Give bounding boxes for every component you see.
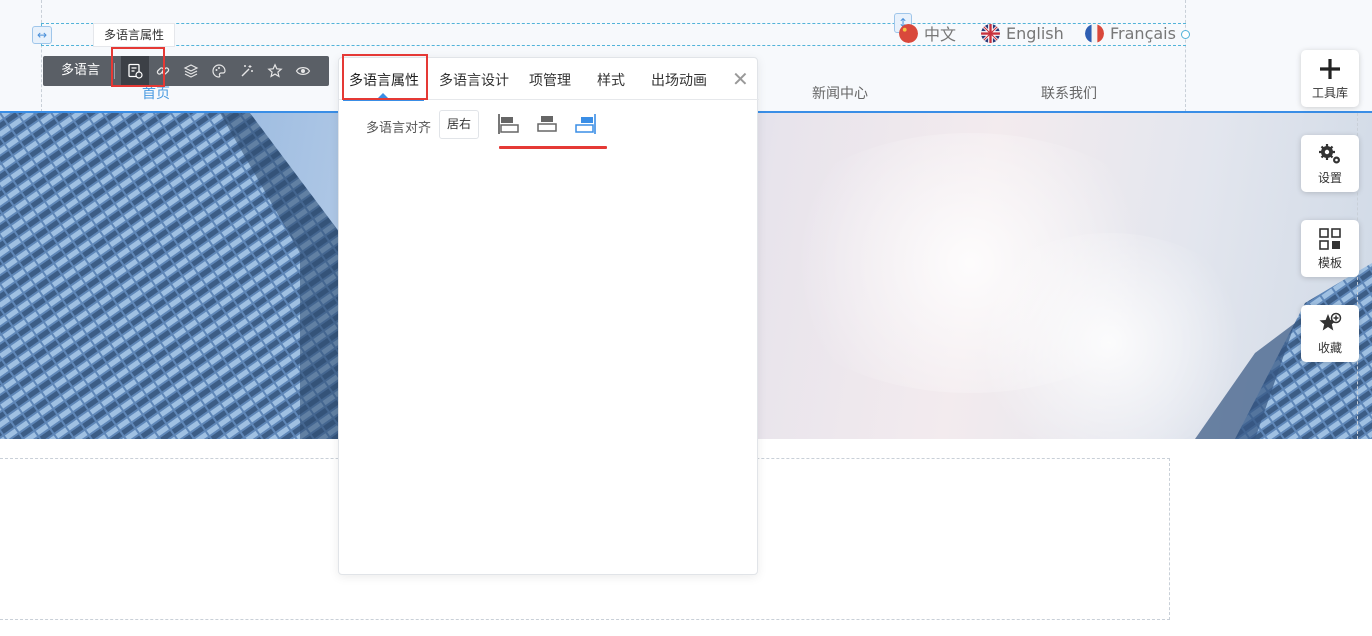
template-button[interactable]: 模板 [1301,220,1359,277]
favorite-button[interactable] [261,56,289,86]
tab-item-management[interactable]: 项管理 [529,70,571,90]
side-tool-label: 设置 [1317,171,1342,185]
star-add-icon [1319,312,1342,331]
star-icon [267,63,283,78]
france-flag-icon [1085,23,1104,43]
nav-item-contact[interactable]: 联系我们 [1041,83,1097,103]
template-grid-icon [1319,228,1341,250]
side-tool-label: 工具库 [1311,86,1348,100]
align-right-icon [575,114,596,134]
resize-corner-handle[interactable] [1181,30,1190,39]
layers-icon [183,64,199,78]
horizontal-resize-handle-icon[interactable]: ↔ [32,26,52,44]
style-button[interactable] [205,56,233,86]
settings-button[interactable]: 设置 [1301,135,1359,192]
layout-guide [1185,0,1186,112]
align-left-icon [498,114,519,134]
tab-entrance-animation[interactable]: 出场动画 [651,70,707,90]
align-label: 多语言对齐 [366,121,432,136]
selection-outline-bottom [41,45,1186,46]
building-left-graphic [0,113,340,439]
palette-icon [212,64,226,78]
tool-library-button[interactable]: 工具库 [1301,50,1359,107]
selected-element-breadcrumb: 多语言属性 [93,23,176,47]
language-option-french[interactable]: Français [1085,22,1176,44]
china-flag-icon [899,23,918,43]
tab-style[interactable]: 样式 [597,70,625,90]
highlight-box [111,47,165,87]
properties-panel: 多语言属性 多语言设计 项管理 样式 出场动画 ✕ 多语言对齐 居右 [338,57,759,575]
magic-wand-icon [241,65,254,77]
align-value-field[interactable]: 居右 [439,110,479,139]
tab-language-design[interactable]: 多语言设计 [439,70,509,90]
highlight-box [342,54,428,100]
uk-flag-icon [981,23,1000,43]
side-tool-label: 收藏 [1317,341,1342,355]
highlight-underline [499,146,607,149]
language-option-english[interactable]: English [981,22,1064,44]
side-tool-label: 模板 [1317,256,1342,270]
layers-button[interactable] [177,56,205,86]
language-option-chinese[interactable]: 中文 [899,22,956,44]
align-center-button[interactable] [535,112,559,136]
layout-guide [41,0,42,112]
align-left-button[interactable] [497,112,521,136]
plus-icon [1320,59,1340,79]
eye-icon [295,67,311,75]
close-icon[interactable]: ✕ [732,67,749,91]
language-label: English [1006,23,1064,43]
align-center-icon [537,116,557,132]
element-toolbar: 多语言 [43,56,329,86]
favorites-button[interactable]: 收藏 [1301,305,1359,362]
preview-button[interactable] [289,56,317,86]
align-right-button[interactable] [573,112,597,136]
animation-button[interactable] [233,56,261,86]
language-label: Français [1110,23,1176,43]
toolbar-element-name: 多语言 [61,63,101,78]
nav-item-news[interactable]: 新闻中心 [812,83,868,103]
language-label: 中文 [924,25,957,44]
gears-icon [1319,144,1340,164]
